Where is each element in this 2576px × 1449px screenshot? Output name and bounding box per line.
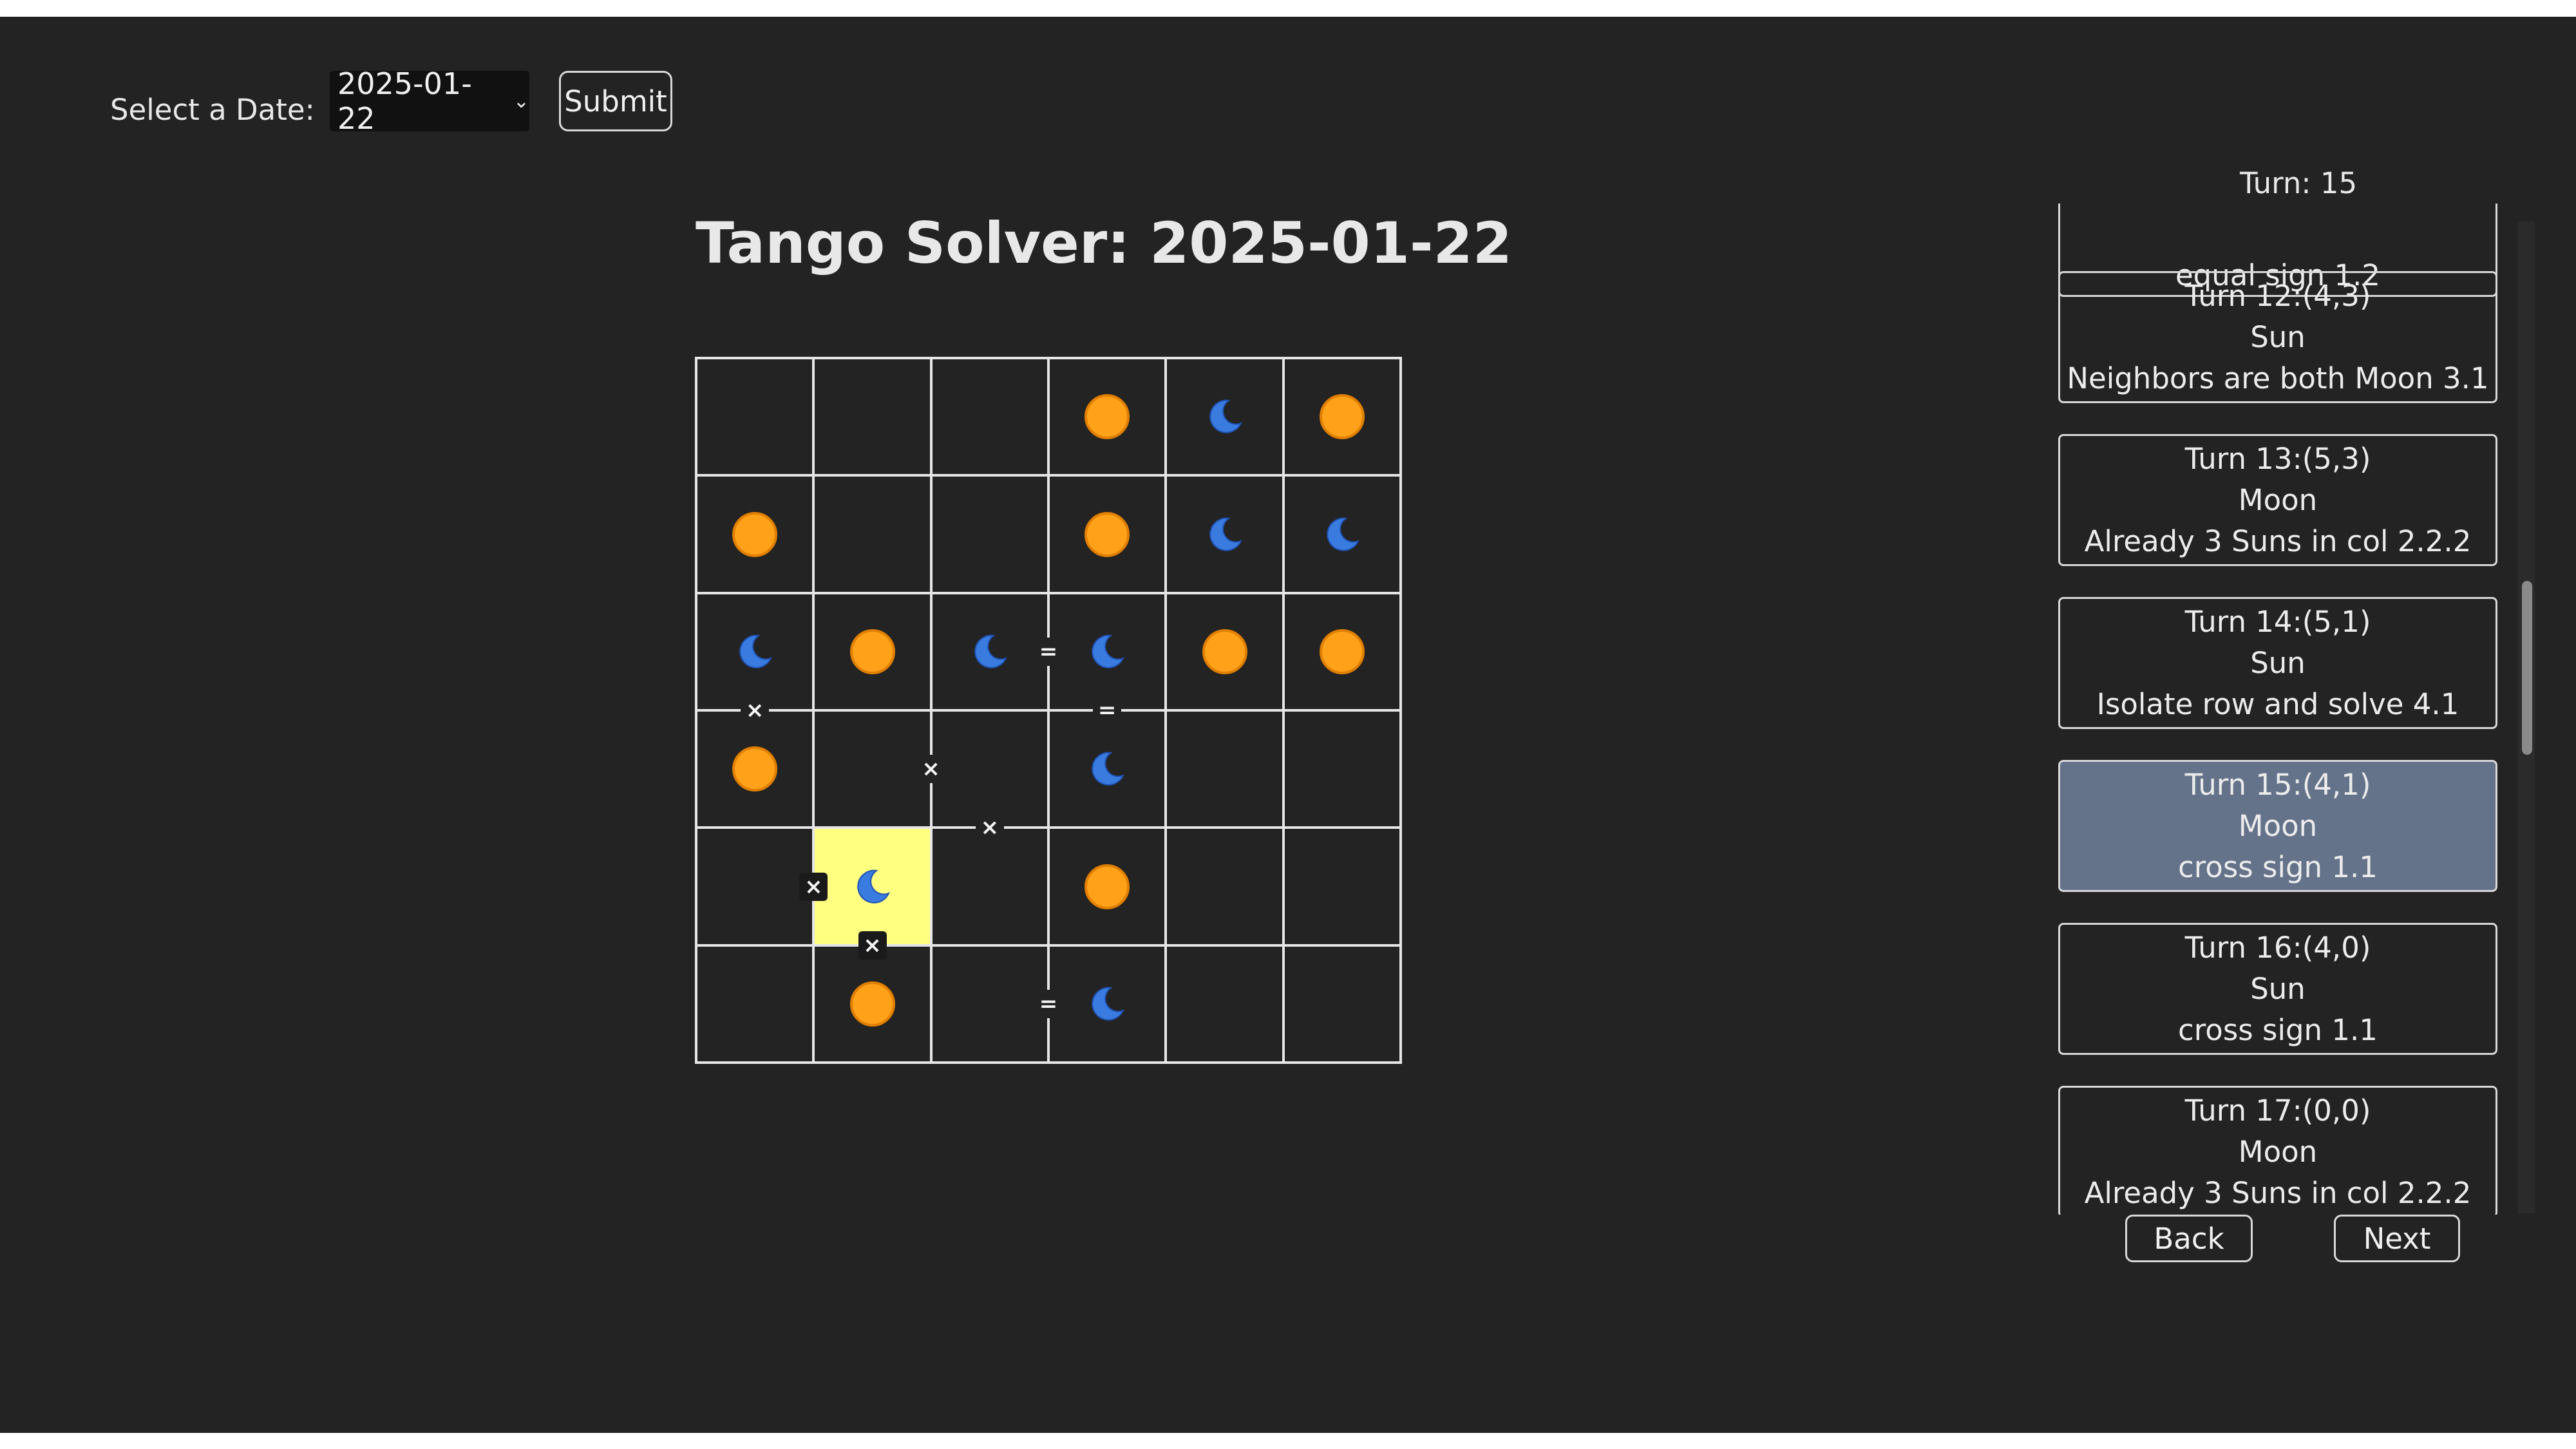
- turn-counter: Turn: 15: [2240, 166, 2358, 200]
- cross-constraint-icon: ×: [916, 755, 945, 784]
- next-button[interactable]: Next: [2334, 1215, 2460, 1262]
- sun-icon: [849, 981, 895, 1027]
- chevron-down-icon: ⌄: [513, 90, 529, 113]
- cross-constraint-icon: ×: [858, 931, 887, 960]
- cross-constraint-icon: ×: [975, 813, 1004, 842]
- turn-card-title: Turn 14:(5,1): [2184, 605, 2371, 639]
- moon-icon: [1088, 985, 1126, 1023]
- turn-card-title: Turn 16:(4,0): [2184, 931, 2371, 965]
- sun-icon: [1319, 394, 1365, 440]
- scrollbar-thumb[interactable]: [2522, 581, 2532, 755]
- board-cell[interactable]: [1166, 945, 1283, 1063]
- date-select[interactable]: 2025-01-22 ⌄: [330, 66, 529, 136]
- sun-icon: [1084, 864, 1130, 909]
- board-cell[interactable]: [1166, 828, 1283, 945]
- sun-icon: [1084, 511, 1130, 557]
- board-cell[interactable]: [931, 945, 1048, 1063]
- moon-icon: [853, 867, 892, 906]
- turn-card-title: Turn 17:(0,0): [2184, 1094, 2371, 1128]
- board-cell[interactable]: [1283, 710, 1401, 828]
- sun-icon: [732, 746, 778, 792]
- turn-card-title: Turn 13:(5,3): [2184, 442, 2371, 477]
- moon-icon: [1206, 515, 1244, 554]
- turn-card-value: Sun: [2250, 645, 2306, 680]
- moon-icon: [1323, 515, 1361, 554]
- board-cell[interactable]: [931, 710, 1048, 828]
- turn-card-reason: Already 3 Suns in col 2.2.2: [2084, 524, 2472, 558]
- cross-constraint-icon: ×: [799, 872, 828, 901]
- date-select-value: 2025-01-22: [337, 66, 472, 136]
- turn-card[interactable]: Turn 17:(0,0) Moon Already 3 Suns in col 2…: [2058, 1086, 2497, 1215]
- sun-icon: [1084, 394, 1130, 440]
- submit-button[interactable]: Submit: [559, 71, 672, 131]
- turn-card-value: Sun: [2250, 971, 2306, 1006]
- page-title: Tango Solver: 2025-01-22: [696, 210, 1512, 276]
- turn-card[interactable]: Turn 12:(4,3) Sun Neighbors are both Moon …: [2058, 271, 2497, 403]
- sun-icon: [732, 511, 778, 557]
- turn-card[interactable]: Turn 14:(5,1) Sun Isolate row and solve 4.…: [2058, 597, 2497, 729]
- moon-icon: [1206, 397, 1244, 436]
- turn-card-reason: cross sign 1.1: [2178, 849, 2378, 884]
- sun-icon: [1319, 629, 1365, 674]
- back-button[interactable]: Back: [2125, 1215, 2253, 1262]
- turn-card-reason: Neighbors are both Moon 3.1: [2067, 361, 2489, 395]
- turn-card[interactable]: Turn 13:(5,3) Moon Already 3 Suns in col 2…: [2058, 434, 2497, 566]
- board-cell[interactable]: [696, 358, 813, 475]
- board-cell[interactable]: [931, 828, 1048, 945]
- turn-card-reason: Already 3 Suns in col 2.2.2: [2084, 1175, 2472, 1210]
- board-cell[interactable]: [813, 475, 931, 592]
- turn-card-title: Turn 12:(4,3): [2184, 279, 2371, 314]
- turn-card[interactable]: Turn 16:(4,0) Sun cross sign 1.1: [2058, 923, 2497, 1055]
- app-window: Select a Date: 2025-01-22 ⌄ Submit Tango…: [0, 17, 2576, 1433]
- turn-card-value: Sun: [2250, 319, 2306, 354]
- board-cell[interactable]: [1283, 945, 1401, 1063]
- equal-constraint-icon: =: [1034, 637, 1063, 666]
- board-cell[interactable]: [1283, 828, 1401, 945]
- board-cell[interactable]: [931, 475, 1048, 592]
- turn-card-value: Moon: [2238, 1134, 2318, 1169]
- moon-icon: [1088, 632, 1126, 671]
- board-cell[interactable]: [931, 358, 1048, 475]
- board-cell[interactable]: [696, 828, 813, 945]
- turn-card-title: Turn 15:(4,1): [2184, 768, 2371, 802]
- equal-constraint-icon: =: [1034, 989, 1063, 1018]
- moon-icon: [1088, 750, 1126, 788]
- equal-constraint-icon: =: [1093, 696, 1122, 724]
- turn-card-value: Moon: [2238, 808, 2318, 843]
- turn-card-value: Moon: [2238, 482, 2318, 517]
- sun-icon: [1202, 629, 1247, 674]
- turn-card-reason: Isolate row and solve 4.1: [2096, 687, 2459, 721]
- moon-icon: [735, 632, 774, 671]
- turn-list: equal sign 1.2 Turn 12:(4,3) Sun Neighbors…: [2048, 204, 2512, 1215]
- tango-board: = × = × × × × =: [695, 357, 1402, 1064]
- sun-icon: [849, 629, 895, 674]
- cross-constraint-icon: ×: [741, 696, 770, 724]
- moon-icon: [971, 632, 1009, 671]
- date-label: Select a Date:: [110, 93, 315, 127]
- board-cell[interactable]: [813, 358, 931, 475]
- turn-card[interactable]: Turn 15:(4,1) Moon cross sign 1.1: [2058, 760, 2497, 892]
- turn-card-reason: cross sign 1.1: [2178, 1012, 2378, 1047]
- board-cell[interactable]: [813, 710, 931, 828]
- board-cell[interactable]: [696, 945, 813, 1063]
- board-cell[interactable]: [1166, 710, 1283, 828]
